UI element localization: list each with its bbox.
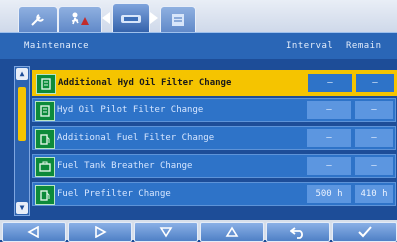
right-button[interactable] [68, 222, 132, 242]
header-title: Maintenance [24, 41, 90, 51]
arrow-right-icon [95, 226, 107, 238]
item-interval: — [307, 101, 351, 119]
item-name: Hyd Oil Pilot Filter Change [57, 105, 204, 115]
item-interval: — [308, 74, 352, 92]
list-item[interactable]: Hyd Oil Pilot Filter Change — — [32, 98, 396, 122]
item-name: Fuel Prefilter Change [57, 189, 171, 199]
back-icon [290, 227, 303, 239]
up-button[interactable] [200, 222, 264, 242]
tab-wrench[interactable] [18, 6, 58, 33]
arrow-left-icon [27, 226, 39, 238]
list-item[interactable]: Additional Fuel Filter Change — — [32, 126, 396, 150]
down-button[interactable] [134, 222, 198, 242]
fuel-prefilter-icon [35, 185, 55, 205]
tab-document[interactable] [160, 6, 196, 33]
item-remain: — [355, 157, 393, 175]
item-interval: 500 h [307, 185, 351, 203]
list-item[interactable]: Fuel Prefilter Change 500 h 410 h [32, 182, 396, 206]
scroll-thumb[interactable] [18, 87, 26, 141]
fuel-filter-icon [35, 129, 55, 149]
item-name: Additional Hyd Oil Filter Change [58, 72, 304, 94]
fuel-tank-icon [35, 157, 55, 177]
header-remain: Remain [346, 41, 382, 51]
tab-bar [0, 0, 397, 34]
tab-prev-arrow-icon[interactable] [102, 12, 110, 24]
item-name: Additional Fuel Filter Change [57, 133, 215, 143]
header-interval: Interval [286, 41, 334, 51]
tab-service[interactable] [58, 6, 102, 33]
list-item[interactable]: Additional Hyd Oil Filter Change — — [32, 70, 397, 96]
maintenance-screen: Maintenance Interval Remain ▲ ▼ Addition… [0, 0, 397, 242]
scroll-down-icon[interactable]: ▼ [16, 202, 28, 214]
confirm-button[interactable] [332, 222, 397, 242]
filter-icon [36, 74, 56, 94]
checkmark-icon [357, 226, 372, 238]
item-name: Fuel Tank Breather Change [57, 161, 193, 171]
wrench-icon [31, 14, 44, 26]
scroll-up-icon[interactable]: ▲ [16, 68, 28, 80]
list-header: Maintenance Interval Remain [0, 32, 397, 59]
item-remain: — [355, 129, 393, 147]
item-interval: — [307, 157, 351, 175]
list-item[interactable]: Fuel Tank Breather Change — — [32, 154, 396, 178]
arrow-up-icon [225, 226, 239, 237]
tab-next-arrow-icon[interactable] [150, 12, 158, 24]
left-button[interactable] [2, 222, 66, 242]
list-scrollbar[interactable]: ▲ ▼ [14, 66, 30, 216]
back-button[interactable] [266, 222, 330, 242]
maintenance-icon [121, 15, 141, 23]
tab-maintenance[interactable] [112, 3, 150, 34]
item-remain: 410 h [355, 185, 393, 203]
filter-icon [35, 101, 55, 121]
item-interval: — [307, 129, 351, 147]
arrow-down-icon [159, 227, 173, 238]
document-icon [172, 14, 184, 26]
service-icon [71, 12, 89, 25]
item-remain: — [355, 101, 393, 119]
item-remain: — [356, 74, 394, 92]
